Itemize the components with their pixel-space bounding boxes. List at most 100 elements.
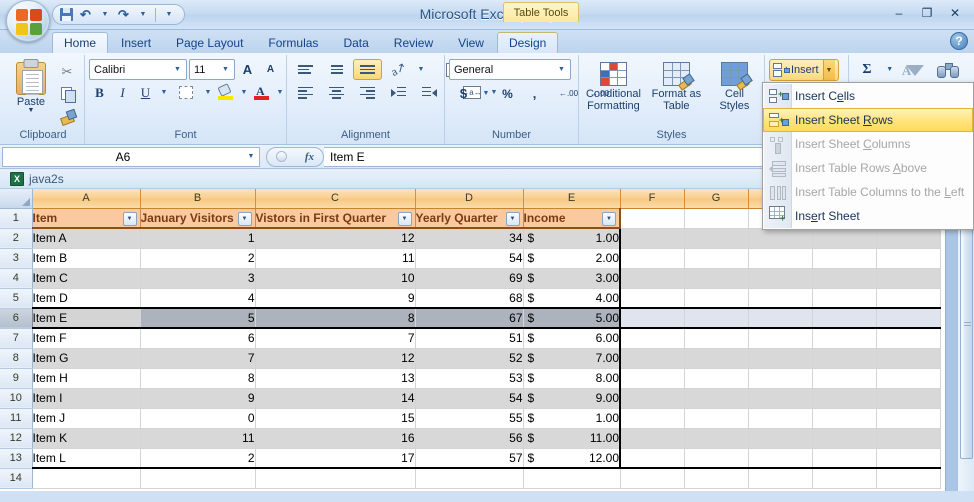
- cell-j[interactable]: [876, 348, 941, 369]
- name-box[interactable]: A6 ▼: [2, 146, 260, 167]
- sort-filter-button[interactable]: A: [898, 59, 929, 83]
- cell-h[interactable]: [748, 268, 813, 289]
- cell-g1[interactable]: [684, 208, 749, 229]
- font-color-button[interactable]: A: [251, 82, 272, 103]
- cell-income[interactable]: $1.00: [523, 228, 621, 249]
- cell-j[interactable]: [876, 307, 941, 329]
- align-middle-button[interactable]: [322, 59, 351, 80]
- format-painter-button[interactable]: [56, 105, 78, 126]
- cell-yearly[interactable]: 51: [415, 328, 524, 349]
- cell-income[interactable]: $7.00: [523, 348, 621, 369]
- cell-first-quarter[interactable]: 13: [255, 368, 416, 389]
- close-button[interactable]: ✕: [942, 4, 968, 22]
- cell-f[interactable]: [620, 268, 685, 289]
- cell-h[interactable]: [748, 428, 813, 449]
- cell-j[interactable]: [876, 328, 941, 349]
- row-header-4[interactable]: 4: [0, 268, 33, 289]
- number-format-combo[interactable]: General ▼: [449, 59, 571, 80]
- row-header-13[interactable]: 13: [0, 448, 33, 469]
- cell-e14[interactable]: [523, 468, 621, 489]
- align-bottom-button[interactable]: [353, 59, 382, 80]
- office-button[interactable]: [6, 0, 50, 42]
- cell-h[interactable]: [748, 248, 813, 269]
- cancel-icon[interactable]: [275, 151, 287, 162]
- cell-yearly[interactable]: 67: [415, 307, 524, 329]
- cell-g[interactable]: [684, 468, 749, 489]
- font-name-combo[interactable]: Calibri ▼: [89, 59, 187, 80]
- cut-button[interactable]: ✂: [56, 61, 78, 82]
- menu-item-insert-sheet-rows[interactable]: Insert Sheet Rows: [763, 108, 973, 132]
- cell-item[interactable]: Item B: [32, 248, 141, 269]
- cell-g[interactable]: [684, 248, 749, 269]
- tab-review[interactable]: Review: [382, 32, 445, 53]
- row-header-9[interactable]: 9: [0, 368, 33, 389]
- cell-f[interactable]: [620, 408, 685, 429]
- chevron-down-icon[interactable]: ▼: [243, 153, 259, 160]
- cell-first-quarter[interactable]: 14: [255, 388, 416, 409]
- cell-income[interactable]: $1.00: [523, 408, 621, 429]
- cell-income[interactable]: $11.00: [523, 428, 621, 449]
- cell-item[interactable]: Item I: [32, 388, 141, 409]
- cell-january[interactable]: 2: [140, 448, 256, 469]
- borders-button[interactable]: [171, 82, 200, 103]
- copy-button[interactable]: [56, 83, 78, 104]
- cell-first-quarter[interactable]: 9: [255, 288, 416, 309]
- column-header-f[interactable]: F: [620, 189, 685, 209]
- cell-first-quarter[interactable]: 15: [255, 408, 416, 429]
- column-header-e[interactable]: E: [523, 189, 621, 209]
- borders-dropdown[interactable]: ▼: [202, 82, 213, 103]
- cell-yearly[interactable]: 68: [415, 288, 524, 309]
- cell-h[interactable]: [748, 328, 813, 349]
- paste-button[interactable]: Paste ▼: [6, 59, 56, 115]
- fill-color-button[interactable]: [215, 82, 236, 103]
- row-header-1[interactable]: 1: [0, 208, 33, 229]
- currency-dropdown[interactable]: ▼: [480, 83, 491, 104]
- row-header-2[interactable]: 2: [0, 228, 33, 249]
- tab-page-layout[interactable]: Page Layout: [164, 32, 255, 53]
- align-left-button[interactable]: [291, 82, 320, 103]
- cell-j[interactable]: [876, 448, 941, 469]
- cell-yearly[interactable]: 54: [415, 388, 524, 409]
- cell-f[interactable]: [620, 328, 685, 349]
- cell-i[interactable]: [812, 448, 877, 469]
- cell-f[interactable]: [620, 448, 685, 469]
- cell-b14[interactable]: [140, 468, 256, 489]
- cell-january[interactable]: 7: [140, 348, 256, 369]
- filter-dropdown-income[interactable]: ▼: [602, 211, 616, 226]
- vertical-scrollbar[interactable]: [957, 189, 974, 491]
- cell-yearly[interactable]: 34: [415, 228, 524, 249]
- cell-f[interactable]: [620, 228, 685, 249]
- cell-i[interactable]: [812, 328, 877, 349]
- cell-f[interactable]: [620, 468, 685, 489]
- cell-i[interactable]: [812, 408, 877, 429]
- cell-i[interactable]: [812, 307, 877, 329]
- help-icon[interactable]: ?: [950, 32, 968, 50]
- tab-insert[interactable]: Insert: [109, 32, 163, 53]
- font-color-dropdown[interactable]: ▼: [274, 82, 285, 103]
- cell-january[interactable]: 9: [140, 388, 256, 409]
- italic-button[interactable]: I: [112, 82, 133, 103]
- underline-button[interactable]: U: [135, 82, 156, 103]
- cell-j[interactable]: [876, 408, 941, 429]
- autosum-button[interactable]: Σ: [853, 59, 881, 80]
- cell-item[interactable]: Item H: [32, 368, 141, 389]
- cell-yearly[interactable]: 52: [415, 348, 524, 369]
- insert-button[interactable]: + Insert ▼: [769, 59, 839, 81]
- cell-first-quarter[interactable]: 12: [255, 228, 416, 249]
- autosum-dropdown[interactable]: ▼: [884, 59, 895, 80]
- cell-income[interactable]: $5.00: [523, 307, 621, 329]
- cell-first-quarter[interactable]: 12: [255, 348, 416, 369]
- cell-f[interactable]: [620, 388, 685, 409]
- vertical-scrollbar-thumb[interactable]: [960, 191, 973, 459]
- tab-data[interactable]: Data: [331, 32, 380, 53]
- cell-yearly[interactable]: 54: [415, 248, 524, 269]
- column-header-a[interactable]: A: [32, 189, 141, 209]
- row-header-12[interactable]: 12: [0, 428, 33, 449]
- increase-indent-button[interactable]: [415, 82, 444, 103]
- cell-f[interactable]: [620, 428, 685, 449]
- filter-dropdown-item[interactable]: ▼: [122, 211, 137, 226]
- cell-i[interactable]: [812, 388, 877, 409]
- cell-yearly[interactable]: 69: [415, 268, 524, 289]
- cell-january[interactable]: 11: [140, 428, 256, 449]
- cell-income[interactable]: $8.00: [523, 368, 621, 389]
